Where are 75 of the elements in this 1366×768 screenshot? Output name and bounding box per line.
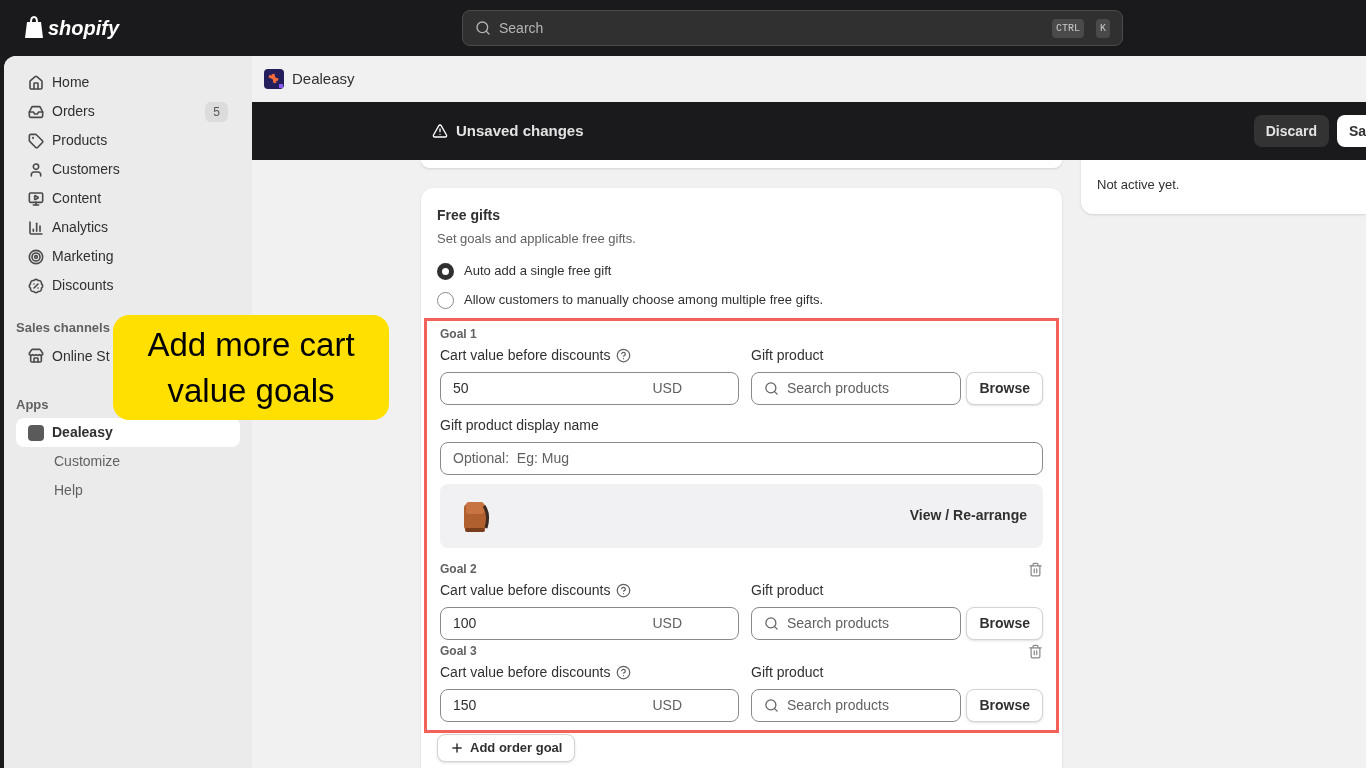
save-bar-message: Unsaved changes — [456, 120, 585, 141]
delete-icon[interactable] — [1028, 643, 1043, 659]
warning-icon — [432, 123, 448, 139]
logo-text: shopify — [48, 16, 120, 41]
card-title: Free gifts — [437, 206, 501, 225]
amount-field[interactable]: 50 USD — [440, 371, 739, 405]
store-icon — [28, 348, 44, 364]
search-icon — [475, 20, 491, 36]
target-icon — [28, 248, 44, 265]
field-label: Gift product — [751, 662, 825, 682]
input-field[interactable]: Optional: Eg: Mug — [440, 441, 1043, 475]
count-badge: 5 — [205, 101, 228, 122]
app-logo-icon — [264, 69, 284, 89]
goal-title: Goal 3 — [440, 643, 477, 660]
shopping-bag-icon — [24, 16, 44, 40]
radio-label: Allow customers to manually choose among multiple free gifts. — [464, 291, 824, 310]
nav-item[interactable]: Marketing — [16, 242, 240, 271]
sub-nav-item[interactable]: Customize — [16, 447, 240, 476]
callout-tooltip: Add more cart value goals — [113, 315, 389, 420]
search-field[interactable]: Search products — [751, 606, 962, 640]
plus-icon — [450, 740, 464, 755]
shortcut-key: CTRL — [1051, 18, 1084, 38]
field-label: Gift product display name — [440, 415, 600, 435]
app-title: Dealeasy — [292, 68, 355, 89]
view-rearrange-link[interactable]: View / Re-arrange — [909, 505, 1027, 526]
discard-button[interactable]: Discard — [1253, 115, 1329, 147]
help-icon[interactable] — [616, 347, 632, 363]
search-icon — [764, 615, 779, 631]
field-label: Gift product — [751, 345, 825, 365]
field-label: Cart value before discounts — [440, 580, 611, 600]
inbox-icon — [28, 103, 44, 120]
nav-item[interactable]: Analytics — [16, 213, 240, 242]
save-button[interactable]: Sa — [1337, 115, 1366, 147]
sub-nav-item[interactable]: Help — [16, 476, 240, 505]
nav-item[interactable]: Content — [16, 184, 240, 213]
nav-item[interactable]: Products — [16, 126, 240, 155]
status-text: Not active yet. — [1097, 177, 1180, 192]
goal-title: Goal 1 — [440, 326, 477, 343]
nav-item[interactable]: Discounts — [16, 271, 240, 300]
search-field[interactable]: Search products — [751, 371, 962, 405]
card-subtitle: Set goals and applicable free gifts. — [437, 230, 637, 248]
home-icon — [28, 74, 44, 91]
app-icon — [28, 424, 44, 441]
bar-chart-icon — [28, 219, 44, 236]
search-icon — [764, 697, 779, 713]
amount-field[interactable]: 150 USD — [440, 688, 739, 722]
radio-button[interactable] — [437, 262, 454, 280]
nav-item[interactable]: Dealeasy — [16, 418, 240, 447]
nav-item[interactable]: Orders 5 — [16, 97, 240, 126]
search-field[interactable]: Search CTRL K — [462, 10, 1123, 46]
nav-item[interactable]: Home — [16, 68, 240, 97]
section-heading: Sales channels — [16, 319, 111, 337]
tag-icon — [28, 132, 44, 149]
discount-icon — [28, 277, 44, 294]
help-icon[interactable] — [616, 664, 632, 680]
nav-item[interactable]: Customers — [16, 155, 240, 184]
field-label: Cart value before discounts — [440, 345, 611, 365]
delete-icon[interactable] — [1028, 561, 1043, 577]
person-icon — [28, 161, 44, 178]
amount-field[interactable]: 100 USD — [440, 606, 739, 640]
radio-button[interactable] — [437, 291, 454, 309]
shortcut-key: K — [1096, 18, 1110, 38]
section-heading: Apps — [16, 395, 50, 414]
add-goal-button[interactable]: Add order goal — [437, 733, 576, 762]
browse-button[interactable]: Browse — [966, 688, 1043, 722]
goal-title: Goal 2 — [440, 561, 477, 578]
browse-button[interactable]: Browse — [966, 606, 1043, 640]
browse-button[interactable]: Browse — [966, 371, 1043, 405]
help-icon[interactable] — [616, 582, 632, 598]
search-icon — [764, 380, 779, 396]
field-label: Gift product — [751, 580, 825, 600]
search-field[interactable]: Search products — [751, 688, 962, 722]
monitor-icon — [28, 190, 44, 207]
radio-label: Auto add a single free gift — [464, 262, 612, 281]
field-label: Cart value before discounts — [440, 662, 611, 682]
